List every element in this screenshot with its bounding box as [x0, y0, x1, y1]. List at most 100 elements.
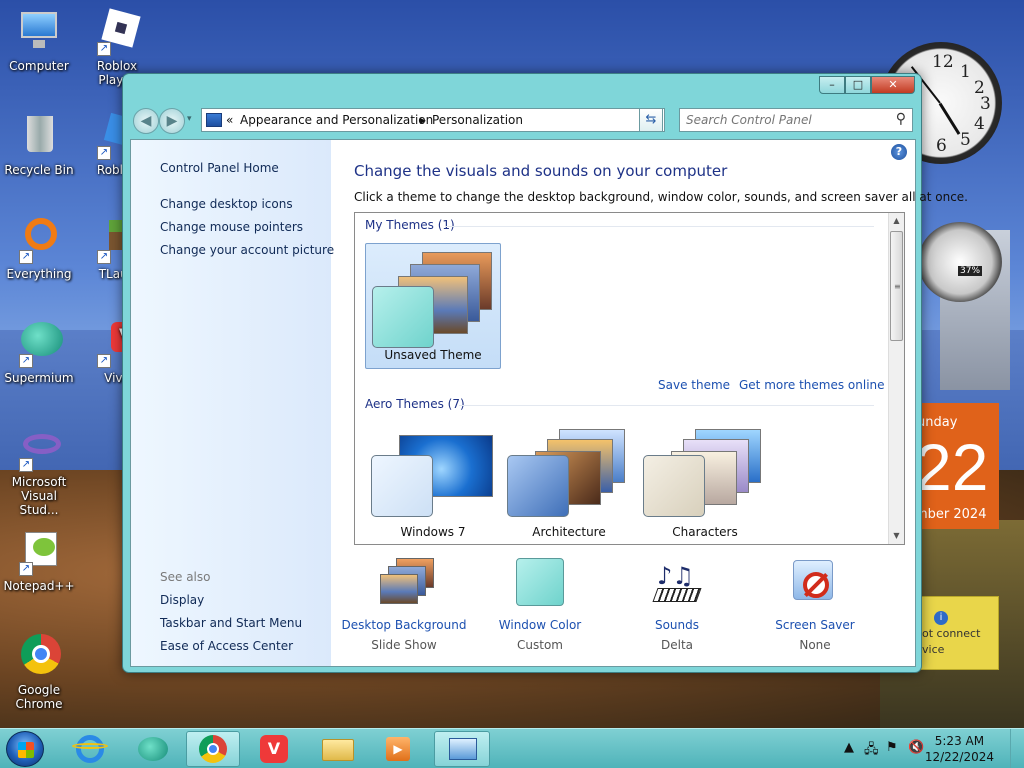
themes-scrollbar[interactable]: ▲ ≡ ▼ — [888, 213, 904, 544]
search-icon[interactable]: ⚲ — [896, 111, 906, 127]
taskbar-supermium[interactable] — [128, 731, 176, 767]
volume-muted-icon[interactable]: 🔇 — [908, 740, 924, 755]
sidebar-taskbar-start-menu[interactable]: Taskbar and Start Menu — [160, 616, 302, 630]
search-box: ⚲ — [679, 108, 913, 132]
start-button[interactable] — [6, 731, 44, 767]
close-button[interactable]: ✕ — [871, 76, 915, 94]
breadcrumb-personalization[interactable]: Personalization — [432, 113, 523, 127]
theme-name: Unsaved Theme — [384, 348, 482, 362]
sidebar-ease-of-access[interactable]: Ease of Access Center — [160, 639, 293, 653]
address-bar[interactable]: « Appearance and Personalization ▸ Perso… — [201, 108, 665, 132]
sounds-icon: ♪♫ — [651, 558, 703, 610]
taskbar-vivaldi[interactable]: V — [250, 731, 298, 767]
visual-studio-icon: ↗ — [15, 424, 63, 472]
scroll-down-icon[interactable]: ▼ — [889, 528, 904, 544]
breadcrumb-separator-icon: ▸ — [420, 113, 427, 127]
sidebar-change-account-picture[interactable]: Change your account picture — [160, 243, 334, 257]
taskbar-internet-explorer[interactable] — [66, 731, 114, 767]
desktop-icon-recycle-bin[interactable]: Recycle Bin — [0, 112, 78, 177]
help-icon[interactable]: ? — [891, 144, 907, 160]
desktop-icon-computer[interactable]: Computer — [0, 8, 78, 73]
aero-themes-label: Aero Themes (7) — [365, 397, 465, 411]
shortcut-arrow-icon: ↗ — [97, 42, 111, 56]
window-color-setting[interactable]: Window Color Custom — [470, 558, 610, 652]
vivaldi-icon: V — [260, 735, 288, 763]
cpu-meter-gadget[interactable]: 37% — [918, 222, 1002, 302]
desktop-icon-everything[interactable]: ↗ Everything — [0, 216, 78, 281]
themes-list: My Themes (1) Unsaved Theme Save theme G… — [354, 212, 905, 545]
sidebar-display[interactable]: Display — [160, 593, 204, 607]
notepad-plus-plus-icon: ↗ — [15, 528, 63, 576]
desktop-icon-notepad-plus-plus[interactable]: ↗ Notepad++ — [0, 528, 78, 593]
scroll-up-icon[interactable]: ▲ — [889, 213, 904, 229]
theme-architecture[interactable]: Architecture — [501, 421, 637, 544]
page-description: Click a theme to change the desktop back… — [354, 190, 968, 204]
supermium-icon — [138, 737, 168, 761]
shortcut-arrow-icon: ↗ — [97, 354, 111, 368]
folder-icon — [322, 739, 354, 761]
taskbar-control-panel[interactable] — [434, 731, 490, 767]
maximize-button[interactable]: □ — [845, 76, 871, 94]
taskbar-file-explorer[interactable] — [314, 731, 362, 767]
sidebar-control-panel-home[interactable]: Control Panel Home — [160, 161, 279, 175]
recycle-bin-icon — [15, 112, 63, 160]
my-themes-label: My Themes (1) — [365, 218, 455, 232]
internet-explorer-icon — [76, 735, 104, 763]
control-panel-icon — [206, 113, 222, 127]
refresh-button[interactable]: ⇆ — [639, 108, 663, 132]
shortcut-arrow-icon: ↗ — [19, 354, 33, 368]
notification-gadget[interactable]: i ot connect vice — [917, 596, 999, 670]
desktop-background-setting[interactable]: Desktop Background Slide Show — [334, 558, 474, 652]
theme-thumbnail-stack — [369, 425, 497, 521]
windows-logo-icon — [18, 742, 34, 758]
search-input[interactable] — [686, 109, 886, 131]
taskbar-media-player[interactable]: ▶ — [374, 731, 422, 767]
page-title: Change the visuals and sounds on your co… — [354, 162, 728, 180]
recent-pages-dropdown[interactable]: ▾ — [187, 114, 192, 124]
hour-hand — [938, 102, 961, 135]
theme-thumbnail-stack — [505, 425, 633, 521]
supermium-icon: ↗ — [15, 320, 63, 368]
calendar-gadget[interactable]: unday 22 mber 2024 — [915, 403, 999, 529]
shortcut-arrow-icon: ↗ — [97, 146, 111, 160]
screen-saver-icon — [789, 558, 841, 610]
theme-thumbnail-stack — [370, 248, 498, 348]
show-hidden-icons-icon[interactable]: ▲ — [844, 740, 854, 755]
theme-windows-7[interactable]: Windows 7 — [365, 421, 501, 544]
sidebar-change-mouse-pointers[interactable]: Change mouse pointers — [160, 220, 303, 234]
scroll-thumb[interactable]: ≡ — [890, 231, 903, 341]
minimize-button[interactable]: – — [819, 76, 845, 94]
sounds-setting[interactable]: ♪♫ Sounds Delta — [607, 558, 747, 652]
control-panel-icon — [449, 738, 477, 760]
taskbar-chrome[interactable] — [186, 731, 240, 767]
action-center-flag-icon[interactable]: ⚑ — [886, 740, 898, 755]
forward-button[interactable]: ▶ — [159, 108, 185, 134]
group-divider — [445, 226, 874, 227]
network-icon[interactable]: 🖧 — [864, 740, 879, 762]
back-button[interactable]: ◀ — [133, 108, 159, 134]
theme-thumbnail-stack — [641, 425, 769, 521]
roblox-icon: ↗ — [93, 8, 141, 56]
window-color-icon — [514, 558, 566, 610]
taskbar: V ▶ ▲ 🖧 ⚑ 🔇 5:23 AM 12/22/2024 — [0, 728, 1024, 768]
shortcut-arrow-icon: ↗ — [97, 250, 111, 264]
get-more-themes-link[interactable]: Get more themes online — [739, 378, 885, 392]
screen-saver-setting[interactable]: Screen Saver None — [745, 558, 885, 652]
theme-characters[interactable]: Characters — [637, 421, 773, 544]
desktop-icon-supermium[interactable]: ↗ Supermium — [0, 320, 78, 385]
computer-icon — [15, 8, 63, 56]
group-divider — [459, 405, 874, 406]
theme-unsaved[interactable]: Unsaved Theme — [365, 243, 501, 369]
desktop-icon-google-chrome[interactable]: Google Chrome — [0, 632, 78, 711]
breadcrumb-appearance[interactable]: Appearance and Personalization — [240, 113, 433, 127]
desktop-icon-visual-studio[interactable]: ↗ Microsoft Visual Stud... — [0, 424, 78, 517]
content-area: Control Panel Home Change desktop icons … — [130, 139, 968, 667]
chrome-icon — [15, 632, 63, 680]
save-theme-link[interactable]: Save theme — [658, 378, 730, 392]
shortcut-arrow-icon: ↗ — [19, 562, 33, 576]
see-also-label: See also — [160, 570, 211, 584]
sidebar-change-desktop-icons[interactable]: Change desktop icons — [160, 197, 293, 211]
main-panel: ? Change the visuals and sounds on your … — [331, 140, 968, 666]
show-desktop-button[interactable] — [1010, 729, 1024, 768]
taskbar-clock[interactable]: 5:23 AM 12/22/2024 — [925, 733, 994, 765]
